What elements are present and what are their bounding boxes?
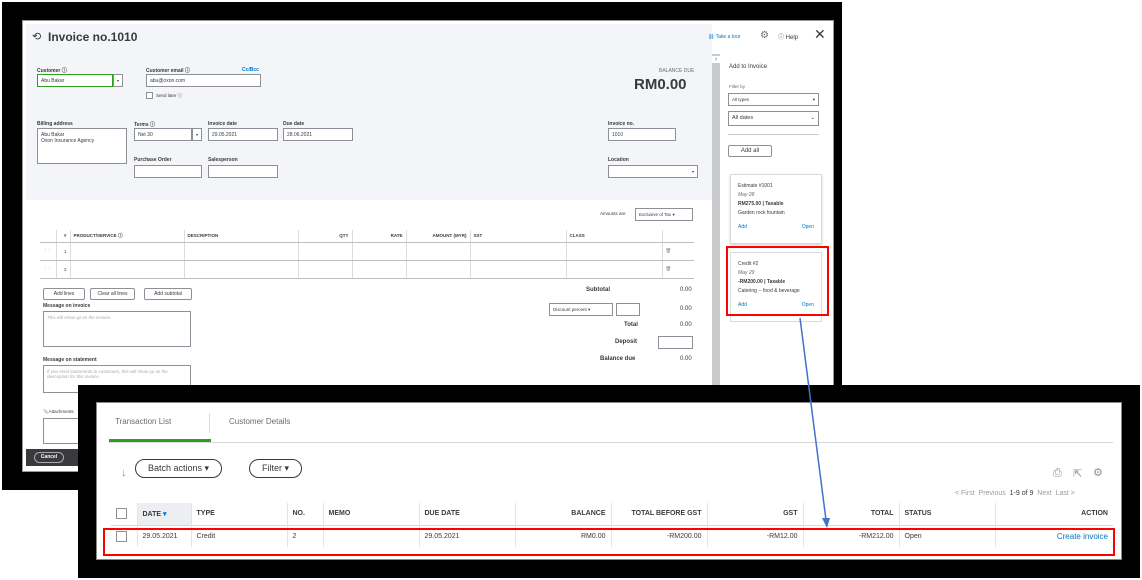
arrow-line [799, 317, 827, 521]
arrow-head-icon [822, 518, 830, 528]
connector-arrow [799, 317, 830, 528]
